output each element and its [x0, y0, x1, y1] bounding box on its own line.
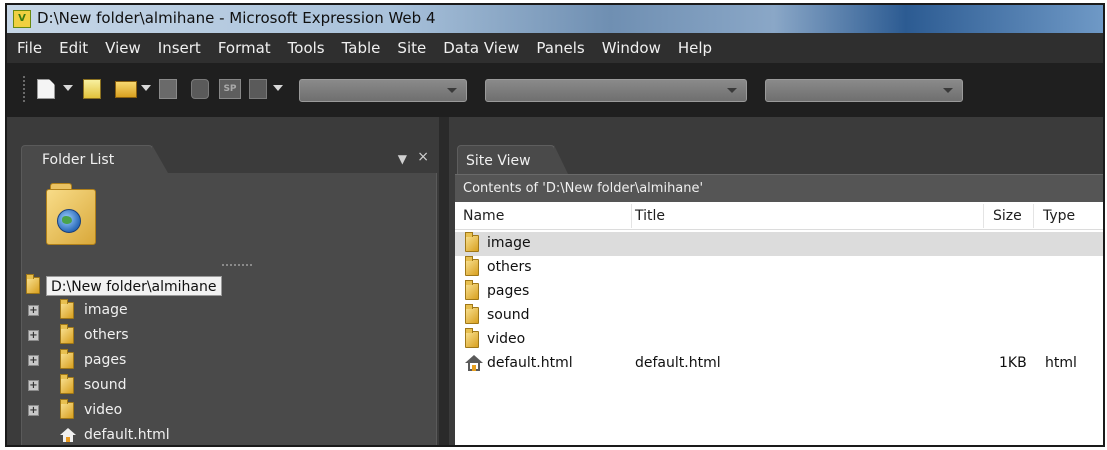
expand-icon[interactable]: + [28, 330, 39, 341]
menu-view[interactable]: View [105, 39, 141, 57]
save-icon[interactable] [159, 79, 177, 99]
row-name: pages [487, 283, 530, 299]
folder-icon [60, 349, 74, 369]
menu-site[interactable]: Site [397, 39, 426, 57]
menu-help[interactable]: Help [678, 39, 712, 57]
menu-edit[interactable]: Edit [59, 39, 88, 57]
row-name: others [487, 259, 532, 275]
column-header-title[interactable]: Title [635, 208, 665, 224]
open-site-icon[interactable] [83, 79, 101, 99]
folder-icon [26, 274, 40, 294]
chevron-down-icon [447, 88, 457, 93]
table-row[interactable]: default.html default.html 1KB html [455, 352, 1103, 376]
expand-icon[interactable]: + [28, 405, 39, 416]
table-row[interactable]: pages [455, 280, 1103, 304]
publish-icon[interactable] [191, 79, 209, 99]
preview-icon[interactable] [249, 79, 267, 99]
menu-window[interactable]: Window [602, 39, 661, 57]
folder-icon [465, 280, 479, 300]
tree-root-label: D:\New folder\almihane [46, 276, 222, 296]
expand-icon[interactable]: + [28, 305, 39, 316]
standard-toolbar: SP [7, 63, 1103, 117]
row-name: image [487, 235, 531, 251]
menu-bar: File Edit View Insert Format Tools Table… [7, 33, 1103, 63]
contents-path-label: Contents of 'D:\New folder\almihane' [455, 174, 1103, 202]
menu-panels[interactable]: Panels [536, 39, 584, 57]
folder-icon [465, 304, 479, 324]
expand-icon[interactable]: + [28, 355, 39, 366]
column-header-type[interactable]: Type [1043, 208, 1075, 224]
tree-item-label: others [84, 327, 129, 343]
pin-icon[interactable]: ▼ [398, 152, 407, 166]
folder-icon [60, 324, 74, 344]
folder-icon [60, 374, 74, 394]
row-name: default.html [487, 355, 573, 371]
table-header: Name Title Size Type [455, 202, 1103, 230]
folder-icon [465, 232, 479, 252]
folder-list-header: Folder List ▼ × [21, 145, 437, 173]
column-separator[interactable] [983, 204, 984, 228]
folder-list-panel: Folder List ▼ × D:\New folder\almihane +… [7, 117, 439, 445]
menu-table[interactable]: Table [342, 39, 381, 57]
panel-splitter[interactable] [222, 264, 252, 266]
sharepoint-icon[interactable]: SP [219, 79, 241, 99]
size-combo[interactable] [765, 79, 963, 102]
chevron-down-icon [943, 88, 953, 93]
expression-web-app-icon: V [13, 10, 31, 28]
folder-list-body: D:\New folder\almihane + image + others … [21, 173, 437, 445]
title-bar: V D:\New folder\almihane - Microsoft Exp… [7, 5, 1103, 33]
site-contents-table: Name Title Size Type image others pages [455, 202, 1103, 445]
font-combo[interactable] [485, 79, 747, 102]
menu-data-view[interactable]: Data View [443, 39, 519, 57]
app-window: V D:\New folder\almihane - Microsoft Exp… [5, 3, 1105, 447]
row-title: default.html [635, 355, 721, 371]
site-view-panel: Site View Contents of 'D:\New folder\alm… [449, 117, 1103, 445]
tree-item-label: pages [84, 352, 127, 368]
tab-folder-list[interactable]: Folder List [21, 145, 168, 173]
tab-site-view[interactable]: Site View [457, 145, 568, 174]
window-title: D:\New folder\almihane - Microsoft Expre… [37, 9, 436, 27]
open-dropdown-arrow-icon[interactable] [141, 85, 151, 91]
folder-icon [465, 256, 479, 276]
row-type: html [1045, 355, 1077, 371]
row-size: 1KB [999, 355, 1027, 371]
panel-divider[interactable] [439, 117, 449, 445]
folder-icon [60, 399, 74, 419]
folder-icon [60, 299, 74, 319]
menu-format[interactable]: Format [218, 39, 271, 57]
column-header-name[interactable]: Name [463, 208, 504, 224]
column-separator[interactable] [631, 204, 632, 228]
column-header-size[interactable]: Size [993, 208, 1022, 224]
close-icon[interactable]: × [417, 149, 429, 165]
home-page-icon [60, 428, 76, 442]
site-folder-icon [46, 183, 96, 245]
tree-item-label: video [84, 402, 123, 418]
chevron-down-icon [727, 88, 737, 93]
preview-dropdown-arrow-icon[interactable] [273, 85, 283, 91]
new-dropdown-arrow-icon[interactable] [63, 85, 73, 91]
table-row[interactable]: sound [455, 304, 1103, 328]
home-page-icon [465, 355, 483, 371]
table-row[interactable]: image [455, 232, 1103, 256]
row-name: sound [487, 307, 530, 323]
new-page-icon[interactable] [37, 79, 55, 99]
folder-icon [465, 328, 479, 348]
tree-item-label: image [84, 302, 128, 318]
table-row[interactable]: others [455, 256, 1103, 280]
open-folder-icon[interactable] [115, 81, 137, 98]
toolbar-grip[interactable] [23, 76, 27, 102]
style-combo[interactable] [299, 79, 467, 102]
menu-file[interactable]: File [17, 39, 42, 57]
row-name: video [487, 331, 526, 347]
tree-item-label: default.html [84, 427, 170, 443]
expand-icon[interactable]: + [28, 380, 39, 391]
menu-tools[interactable]: Tools [288, 39, 325, 57]
column-separator[interactable] [1033, 204, 1034, 228]
table-row[interactable]: video [455, 328, 1103, 352]
menu-insert[interactable]: Insert [158, 39, 201, 57]
tree-item-label: sound [84, 377, 127, 393]
